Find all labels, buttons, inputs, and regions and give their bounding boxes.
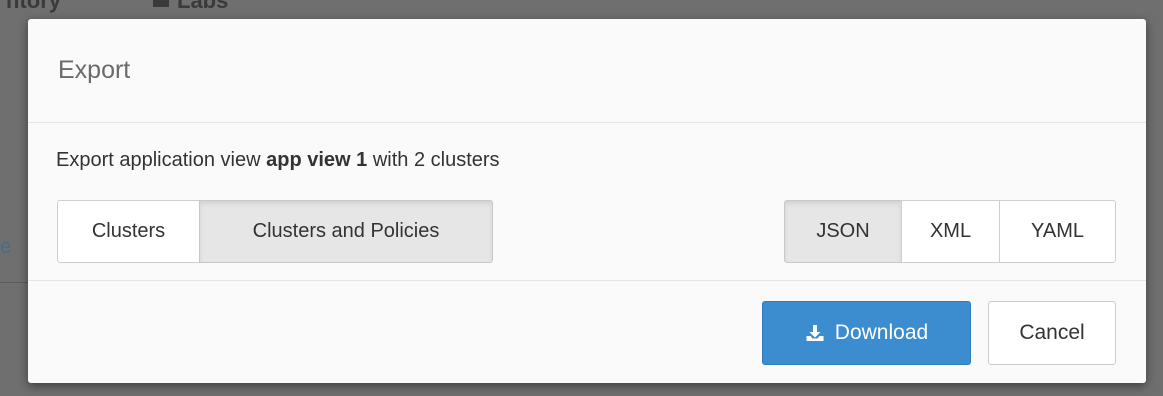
cancel-button[interactable]: Cancel bbox=[988, 301, 1116, 365]
format-yaml-button[interactable]: YAML bbox=[999, 200, 1116, 263]
dialog-body: Export application view app view 1 with … bbox=[28, 123, 1146, 281]
background-link-fragment: e bbox=[0, 236, 12, 258]
description-prefix: Export application view bbox=[56, 149, 267, 171]
format-json-button[interactable]: JSON bbox=[784, 200, 902, 263]
background-nav: ntory Labs bbox=[6, 0, 228, 14]
description-suffix: with 2 clusters bbox=[367, 149, 500, 171]
format-toggle-group: JSON XML YAML bbox=[784, 200, 1116, 263]
app-view-name: app view 1 bbox=[266, 149, 368, 171]
download-label: Download bbox=[834, 321, 929, 344]
download-button[interactable]: Download bbox=[762, 301, 971, 365]
export-dialog: Export Export application view app view … bbox=[28, 19, 1146, 383]
dialog-title: Export bbox=[58, 56, 131, 84]
format-xml-button[interactable]: XML bbox=[901, 200, 1000, 263]
dialog-header: Export bbox=[28, 19, 1146, 123]
scope-clusters-and-policies-button[interactable]: Clusters and Policies bbox=[199, 200, 493, 263]
scope-clusters-button[interactable]: Clusters bbox=[57, 200, 200, 263]
download-icon bbox=[805, 323, 825, 343]
dialog-footer: Download Cancel bbox=[28, 281, 1146, 381]
scope-toggle-group: Clusters Clusters and Policies bbox=[57, 200, 493, 263]
export-description: Export application view app view 1 with … bbox=[56, 149, 1116, 172]
background-divider bbox=[0, 282, 30, 283]
